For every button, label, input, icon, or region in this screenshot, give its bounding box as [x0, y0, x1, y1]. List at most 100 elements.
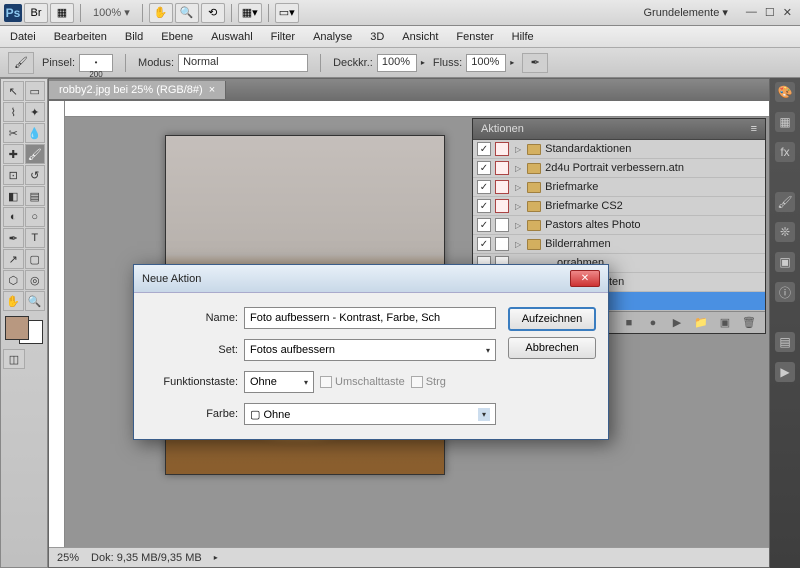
doc-status[interactable]: Dok: 9,35 MB/9,35 MB	[91, 552, 202, 564]
airbrush-icon[interactable]: ✒	[522, 53, 548, 73]
camera-tool[interactable]: ◎	[25, 270, 46, 290]
expand-icon[interactable]: ▷	[515, 164, 521, 173]
info-panel-icon[interactable]: ⓘ	[775, 282, 795, 302]
styles-panel-icon[interactable]: fx	[775, 142, 795, 162]
dialog-toggle-icon[interactable]	[495, 199, 509, 213]
dialog-toggle-icon[interactable]	[495, 180, 509, 194]
rotate-view-icon[interactable]: ⟲	[201, 3, 225, 23]
expand-icon[interactable]: ▷	[515, 145, 521, 154]
toggle-checkbox[interactable]: ✓	[477, 161, 491, 175]
brushes-panel-icon[interactable]: 🖌	[775, 192, 795, 212]
status-flyout-icon[interactable]: ▸	[214, 553, 218, 562]
zoom-readout[interactable]: 25%	[57, 552, 79, 564]
bridge-icon[interactable]: Br	[24, 3, 48, 23]
flow-flyout-icon[interactable]: ▸	[510, 58, 514, 67]
current-tool-icon[interactable]: 🖌	[8, 52, 34, 74]
stop-icon[interactable]: ■	[621, 316, 637, 330]
shape-tool[interactable]: ▢	[25, 249, 46, 269]
toggle-checkbox[interactable]: ✓	[477, 199, 491, 213]
dialog-toggle-icon[interactable]	[495, 218, 509, 232]
set-select[interactable]: Fotos aufbessern▾	[244, 339, 496, 361]
action-name-input[interactable]	[244, 307, 496, 329]
new-set-icon[interactable]: 📁	[693, 316, 709, 330]
menu-ansicht[interactable]: Ansicht	[402, 31, 438, 43]
opacity-flyout-icon[interactable]: ▸	[421, 58, 425, 67]
panel-menu-icon[interactable]: ≡	[751, 123, 757, 135]
actions-panel-icon[interactable]: ▶	[775, 362, 795, 382]
blur-tool[interactable]: ◐	[3, 207, 24, 227]
history-panel-icon[interactable]: ▤	[775, 332, 795, 352]
zoom-level[interactable]: 100% ▾	[93, 6, 130, 19]
record-button[interactable]: Aufzeichnen	[508, 307, 596, 331]
expand-icon[interactable]: ▷	[515, 240, 521, 249]
path-tool[interactable]: ↗	[3, 249, 24, 269]
color-panel-icon[interactable]: 🎨	[775, 82, 795, 102]
screen-mode-icon[interactable]: ▭▾	[275, 3, 299, 23]
crop-tool[interactable]: ✂	[3, 123, 24, 143]
zoom-tool[interactable]: 🔍	[25, 291, 46, 311]
expand-icon[interactable]: ▷	[515, 202, 521, 211]
tab-close-icon[interactable]: ×	[209, 84, 215, 96]
close-icon[interactable]: ✕	[783, 6, 792, 19]
type-tool[interactable]: T	[25, 228, 46, 248]
menu-bild[interactable]: Bild	[125, 31, 143, 43]
wand-tool[interactable]: ✦	[25, 102, 46, 122]
quickmask-tool[interactable]: ◫	[3, 349, 25, 369]
toggle-checkbox[interactable]: ✓	[477, 180, 491, 194]
channels-panel-icon[interactable]: ▣	[775, 252, 795, 272]
cancel-button[interactable]: Abbrechen	[508, 337, 596, 359]
menu-bearbeiten[interactable]: Bearbeiten	[54, 31, 107, 43]
restore-icon[interactable]: ☐	[765, 6, 775, 19]
play-icon[interactable]: ▶	[669, 316, 685, 330]
swatches-panel-icon[interactable]: ▦	[775, 112, 795, 132]
action-row[interactable]: ✓▷Standardaktionen	[473, 140, 765, 159]
zoom-tool-icon[interactable]: 🔍	[175, 3, 199, 23]
dialog-toggle-icon[interactable]	[495, 237, 509, 251]
menu-auswahl[interactable]: Auswahl	[211, 31, 253, 43]
fkey-select[interactable]: Ohne▾	[244, 371, 314, 393]
brush-preset[interactable]: •200	[79, 54, 113, 72]
pen-tool[interactable]: ✒	[3, 228, 24, 248]
brush-tool[interactable]: 🖌	[25, 144, 46, 164]
document-tab[interactable]: robby2.jpg bei 25% (RGB/8#)×	[49, 81, 226, 99]
menu-fenster[interactable]: Fenster	[456, 31, 493, 43]
flow-input[interactable]: 100%	[466, 54, 506, 72]
marquee-tool[interactable]: ▭	[25, 81, 46, 101]
toggle-checkbox[interactable]: ✓	[477, 237, 491, 251]
hand-tool-icon[interactable]: ✋	[149, 3, 173, 23]
color-select[interactable]: ▢ Ohne▾	[244, 403, 496, 425]
toggle-checkbox[interactable]: ✓	[477, 142, 491, 156]
menu-hilfe[interactable]: Hilfe	[512, 31, 534, 43]
stamp-tool[interactable]: ⊡	[3, 165, 24, 185]
lasso-tool[interactable]: ⌇	[3, 102, 24, 122]
menu-datei[interactable]: Datei	[10, 31, 36, 43]
eraser-tool[interactable]: ◧	[3, 186, 24, 206]
minimize-icon[interactable]: —	[746, 6, 757, 19]
dialog-toggle-icon[interactable]	[495, 161, 509, 175]
gradient-tool[interactable]: ▤	[25, 186, 46, 206]
expand-icon[interactable]: ▷	[515, 221, 521, 230]
dialog-toggle-icon[interactable]	[495, 142, 509, 156]
dodge-tool[interactable]: ○	[25, 207, 46, 227]
action-row[interactable]: ✓▷Briefmarke	[473, 178, 765, 197]
color-swatches[interactable]	[5, 316, 43, 344]
history-brush-tool[interactable]: ↺	[25, 165, 46, 185]
action-row[interactable]: ✓▷2d4u Portrait verbessern.atn	[473, 159, 765, 178]
toggle-checkbox[interactable]: ✓	[477, 218, 491, 232]
new-action-icon[interactable]: ▣	[717, 316, 733, 330]
record-icon[interactable]: ●	[645, 316, 661, 330]
menu-analyse[interactable]: Analyse	[313, 31, 352, 43]
eyedropper-tool[interactable]: 💧	[25, 123, 46, 143]
layers-panel-icon[interactable]: ❊	[775, 222, 795, 242]
arrange-docs-icon[interactable]: ▦▾	[238, 3, 262, 23]
action-row[interactable]: ✓▷Bilderrahmen	[473, 235, 765, 254]
hand-tool[interactable]: ✋	[3, 291, 24, 311]
dialog-close-button[interactable]: ✕	[570, 270, 600, 287]
blend-mode-select[interactable]: Normal	[178, 54, 308, 72]
workspace-switcher[interactable]: Grundelemente ▾	[634, 2, 738, 23]
heal-tool[interactable]: ✚	[3, 144, 24, 164]
expand-icon[interactable]: ▷	[515, 183, 521, 192]
3d-tool[interactable]: ⬡	[3, 270, 24, 290]
action-row[interactable]: ✓▷Pastors altes Photo	[473, 216, 765, 235]
action-row[interactable]: ✓▷Briefmarke CS2	[473, 197, 765, 216]
